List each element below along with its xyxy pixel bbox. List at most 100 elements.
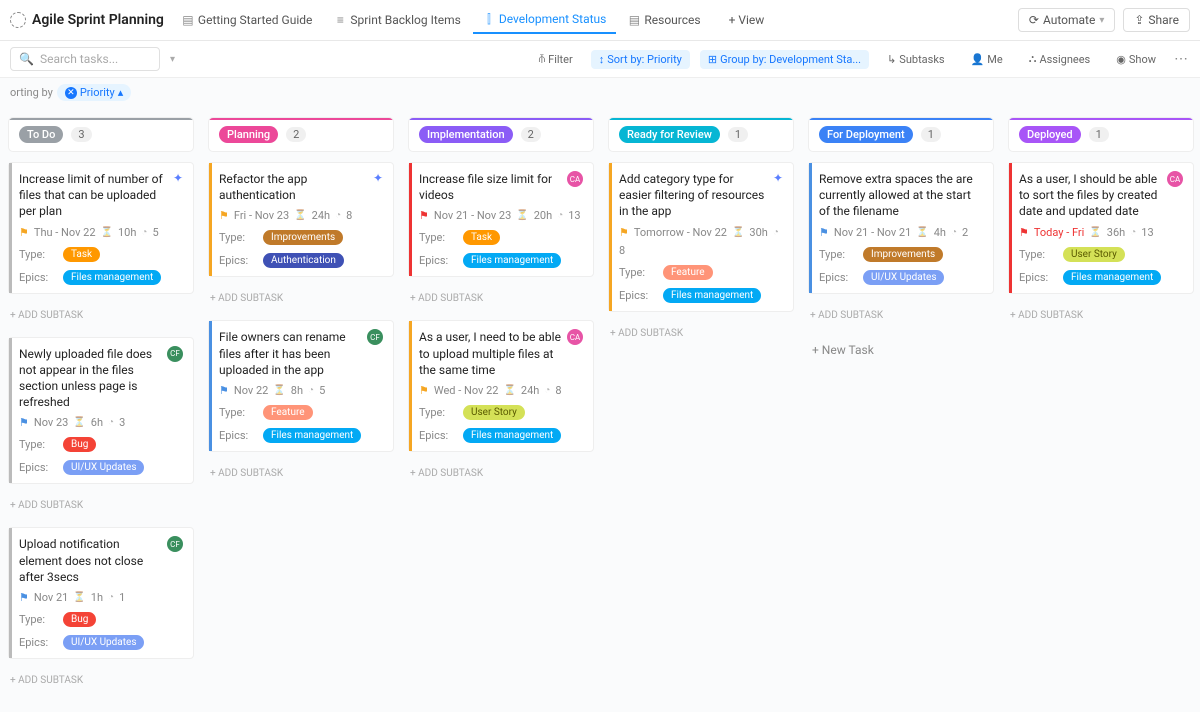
column-planning: Planning2 Refactor the app authentication…: [208, 117, 394, 485]
priority-flag-icon[interactable]: ⚑: [219, 209, 229, 222]
subtask-count-icon: ◔: [308, 385, 314, 396]
type-tag[interactable]: Task: [463, 230, 500, 245]
task-card[interactable]: Increase file size limit for videosCA⚑No…: [408, 162, 594, 277]
filter-icon: ⫚: [539, 52, 546, 66]
tab-resources[interactable]: ▤Resources: [618, 6, 710, 34]
add-view-button[interactable]: + View: [719, 7, 775, 33]
task-card[interactable]: Upload notification element does not clo…: [8, 527, 194, 659]
epic-tag[interactable]: Files management: [263, 428, 361, 443]
avatar[interactable]: CF: [167, 346, 183, 362]
add-subtask-button[interactable]: + ADD SUBTASK: [208, 462, 394, 485]
type-tag[interactable]: Feature: [263, 405, 313, 420]
subtask-count: 8: [555, 384, 561, 397]
share-button[interactable]: ⇪ Share: [1123, 8, 1190, 32]
sort-button[interactable]: ↕Sort by: Priority: [591, 50, 690, 69]
tab-getting-started-guide[interactable]: ▤Getting Started Guide: [172, 6, 322, 34]
epic-tag[interactable]: Authentication: [263, 253, 344, 268]
task-meta: ⚑Nov 21 - Nov 21⏳4h◔2: [819, 226, 983, 239]
type-tag[interactable]: Feature: [663, 265, 713, 280]
estimate-icon: ⏳: [1089, 227, 1101, 238]
priority-flag-icon[interactable]: ⚑: [19, 591, 29, 604]
task-meta: ⚑Wed - Nov 22⏳24h◔8: [419, 384, 583, 397]
add-subtask-button[interactable]: + ADD SUBTASK: [8, 304, 194, 327]
task-card[interactable]: Refactor the app authentication✦⚑Fri - N…: [208, 162, 394, 277]
task-card[interactable]: As a user, I need to be able to upload m…: [408, 320, 594, 452]
priority-flag-icon[interactable]: ⚑: [1019, 226, 1029, 239]
avatar[interactable]: CA: [1167, 171, 1183, 187]
assignees-button[interactable]: ⛬Assignees: [1021, 49, 1099, 69]
add-subtask-button[interactable]: + ADD SUBTASK: [1008, 304, 1194, 327]
add-subtask-button[interactable]: + ADD SUBTASK: [208, 287, 394, 310]
task-date: Nov 21 - Nov 21: [834, 226, 911, 239]
column-header[interactable]: Deployed1: [1008, 117, 1194, 152]
priority-flag-icon[interactable]: ⚑: [219, 384, 229, 397]
task-card[interactable]: Increase limit of number of files that c…: [8, 162, 194, 294]
column-pill: To Do: [19, 126, 63, 143]
priority-flag-icon[interactable]: ⚑: [419, 209, 429, 222]
task-card[interactable]: File owners can rename files after it ha…: [208, 320, 394, 452]
task-card[interactable]: Add category type for easier filtering o…: [608, 162, 794, 312]
epic-tag[interactable]: Files management: [463, 428, 561, 443]
epic-tag[interactable]: Files management: [663, 288, 761, 303]
type-tag[interactable]: User Story: [1063, 247, 1125, 262]
add-subtask-button[interactable]: + ADD SUBTASK: [8, 494, 194, 517]
column-header[interactable]: To Do 3: [8, 117, 194, 152]
epic-tag[interactable]: UI/UX Updates: [863, 270, 944, 285]
more-menu-button[interactable]: ⋯: [1174, 51, 1190, 67]
type-tag[interactable]: User Story: [463, 405, 525, 420]
avatar[interactable]: CF: [167, 536, 183, 552]
tab-icon: ▤: [628, 14, 640, 26]
epic-tag[interactable]: UI/UX Updates: [63, 635, 144, 650]
epic-tag[interactable]: Files management: [1063, 270, 1161, 285]
add-subtask-button[interactable]: + ADD SUBTASK: [8, 669, 194, 692]
priority-flag-icon[interactable]: ⚑: [419, 384, 429, 397]
avatar[interactable]: CF: [367, 329, 383, 345]
epics-label: Epics:: [819, 271, 863, 284]
column-header[interactable]: For Deployment1: [808, 117, 994, 152]
eye-icon: ◉: [1116, 53, 1126, 66]
epic-tag[interactable]: UI/UX Updates: [63, 460, 144, 475]
automate-button[interactable]: ⟳ Automate ▾: [1018, 8, 1115, 32]
filter-button[interactable]: ⫚Filter: [531, 49, 581, 69]
avatar[interactable]: CA: [567, 329, 583, 345]
me-button[interactable]: 👤Me: [963, 50, 1011, 69]
type-tag[interactable]: Bug: [63, 437, 96, 452]
priority-flag-icon[interactable]: ⚑: [819, 226, 829, 239]
priority-flag-icon[interactable]: ⚑: [19, 416, 29, 429]
task-card[interactable]: Remove extra spaces the are currently al…: [808, 162, 994, 294]
search-input[interactable]: 🔍 Search tasks...: [10, 47, 160, 71]
epic-tag[interactable]: Files management: [63, 270, 161, 285]
share-icon: ⇪: [1134, 13, 1144, 27]
remove-sort-icon[interactable]: ✕: [65, 87, 77, 99]
new-task-button[interactable]: + New Task: [808, 337, 994, 363]
tab-icon: ▤: [182, 14, 194, 26]
column-header[interactable]: Ready for Review1: [608, 117, 794, 152]
add-subtask-button[interactable]: + ADD SUBTASK: [808, 304, 994, 327]
column-count: 3: [71, 127, 91, 142]
add-subtask-button[interactable]: + ADD SUBTASK: [608, 322, 794, 345]
subtask-count: 8: [619, 244, 625, 257]
task-card[interactable]: As a user, I should be able to sort the …: [1008, 162, 1194, 294]
subtasks-button[interactable]: ↳Subtasks: [879, 50, 953, 69]
type-tag[interactable]: Improvements: [263, 230, 343, 245]
subtask-count-icon: ◔: [773, 227, 779, 238]
add-subtask-button[interactable]: + ADD SUBTASK: [408, 287, 594, 310]
avatar[interactable]: CA: [567, 171, 583, 187]
type-tag[interactable]: Improvements: [863, 247, 943, 262]
priority-flag-icon[interactable]: ⚑: [619, 226, 629, 239]
task-title: Add category type for easier filtering o…: [619, 171, 767, 220]
search-chevron-icon[interactable]: ▾: [170, 54, 175, 65]
column-header[interactable]: Implementation2: [408, 117, 594, 152]
epic-tag[interactable]: Files management: [463, 253, 561, 268]
show-button[interactable]: ◉Show: [1108, 50, 1164, 69]
group-button[interactable]: ⊞Group by: Development Sta...: [700, 50, 869, 69]
column-header[interactable]: Planning2: [208, 117, 394, 152]
sort-badge[interactable]: ✕ Priority ▴: [57, 84, 131, 101]
tab-development-status[interactable]: ⫿Development Status: [473, 6, 617, 34]
priority-flag-icon[interactable]: ⚑: [19, 226, 29, 239]
type-tag[interactable]: Task: [63, 247, 100, 262]
task-card[interactable]: Newly uploaded file does not appear in t…: [8, 337, 194, 485]
tab-sprint-backlog-items[interactable]: ≡Sprint Backlog Items: [324, 6, 471, 34]
type-tag[interactable]: Bug: [63, 612, 96, 627]
add-subtask-button[interactable]: + ADD SUBTASK: [408, 462, 594, 485]
